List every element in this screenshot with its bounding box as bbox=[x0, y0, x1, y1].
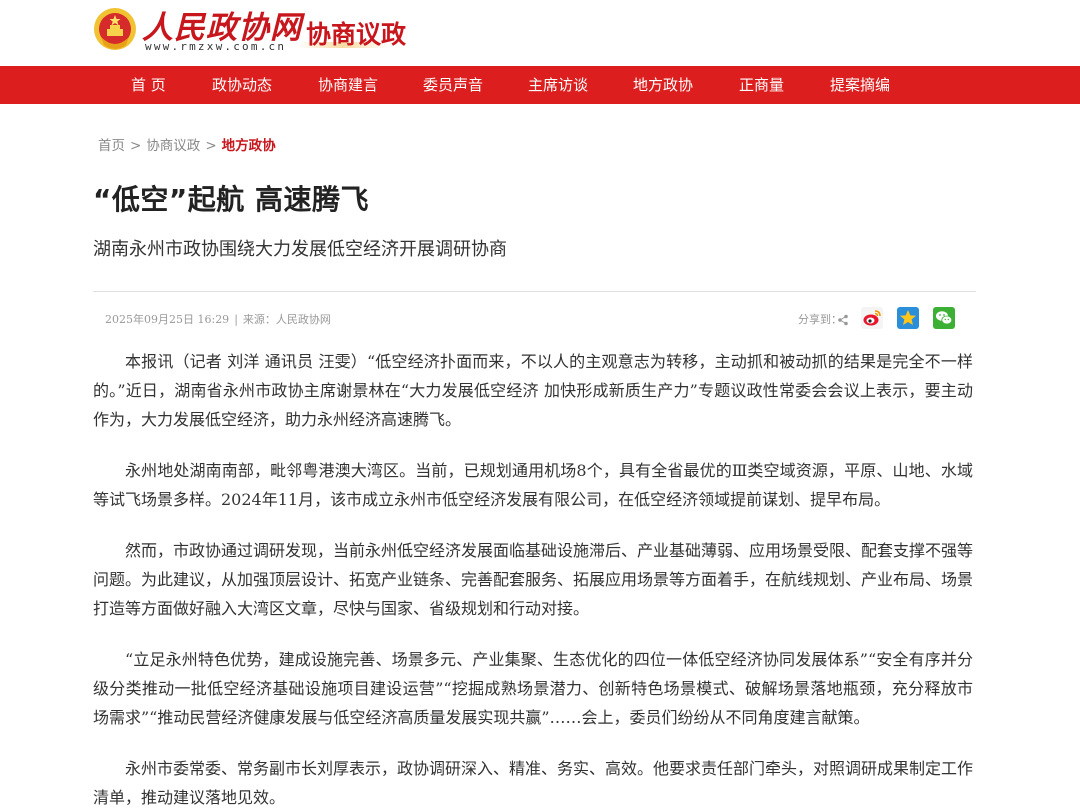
article-source: 来源：人民政协网 bbox=[242, 313, 331, 326]
breadcrumb-separator: > bbox=[130, 138, 142, 154]
article-body: 本报讯（记者 刘洋 通讯员 汪雯）“低空经济扑面而来，不以人的主观意志为转移，主… bbox=[93, 347, 973, 812]
share-icon bbox=[838, 314, 848, 326]
section-name[interactable]: 协商议政 bbox=[306, 15, 406, 51]
wechat-icon[interactable] bbox=[933, 307, 955, 329]
publish-datetime: 2025年09月25日 16:29 bbox=[105, 313, 230, 326]
site-header: 人民政协网 www.rmzxw.com.cn 协商议政 bbox=[0, 0, 1080, 66]
header-divider bbox=[93, 291, 976, 292]
nav-item-consultation[interactable]: 协商建言 bbox=[318, 66, 378, 104]
nav-item-discussion[interactable]: 正商量 bbox=[739, 66, 784, 104]
breadcrumb-separator: > bbox=[205, 138, 217, 154]
share-label: 分享到： bbox=[798, 313, 842, 326]
breadcrumb: 首页 > 协商议政 > 地方政协 bbox=[98, 134, 276, 154]
article-subtitle: 湖南永州市政协围绕大力发展低空经济开展调研协商 bbox=[93, 239, 507, 260]
nav-item-proposals[interactable]: 提案摘编 bbox=[830, 66, 890, 104]
site-url: www.rmzxw.com.cn bbox=[145, 40, 287, 53]
main-nav: 首 页 政协动态 协商建言 委员声音 主席访谈 地方政协 正商量 提案摘编 bbox=[0, 66, 1080, 104]
nav-item-local-cppcc[interactable]: 地方政协 bbox=[633, 66, 693, 104]
article-title: “低空”起航 高速腾飞 bbox=[93, 183, 370, 216]
article-meta: 2025年09月25日 16:29 | 来源：人民政协网 bbox=[105, 311, 331, 327]
cppcc-emblem-icon[interactable] bbox=[93, 7, 137, 51]
nav-item-home[interactable]: 首 页 bbox=[131, 66, 166, 104]
article-paragraph: “立足永州特色优势，建成设施完善、场景多元、产业集聚、生态优化的四位一体低空经济… bbox=[93, 650, 973, 727]
nav-item-member-voices[interactable]: 委员声音 bbox=[423, 66, 483, 104]
article-paragraph: 永州市委常委、常务副市长刘厚表示，政协调研深入、精准、务实、高效。他要求责任部门… bbox=[93, 759, 974, 807]
meta-separator: | bbox=[234, 313, 238, 326]
nav-item-cppcc-news[interactable]: 政协动态 bbox=[212, 66, 272, 104]
breadcrumb-section[interactable]: 协商议政 bbox=[146, 138, 200, 154]
qzone-icon[interactable] bbox=[897, 307, 919, 329]
weibo-icon[interactable] bbox=[861, 307, 883, 329]
article-paragraph: 本报讯（记者 刘洋 通讯员 汪雯）“低空经济扑面而来，不以人的主观意志为转移，主… bbox=[93, 352, 973, 429]
article-paragraph: 然而，市政协通过调研发现，当前永州低空经济发展面临基础设施滞后、产业基础薄弱、应… bbox=[93, 541, 974, 618]
article-paragraph: 永州地处湖南南部，毗邻粤港澳大湾区。当前，已规划通用机场8个，具有全省最优的Ⅲ类… bbox=[93, 461, 973, 509]
nav-item-chairman-interviews[interactable]: 主席访谈 bbox=[528, 66, 588, 104]
breadcrumb-home[interactable]: 首页 bbox=[98, 138, 125, 154]
breadcrumb-current[interactable]: 地方政协 bbox=[222, 138, 276, 154]
